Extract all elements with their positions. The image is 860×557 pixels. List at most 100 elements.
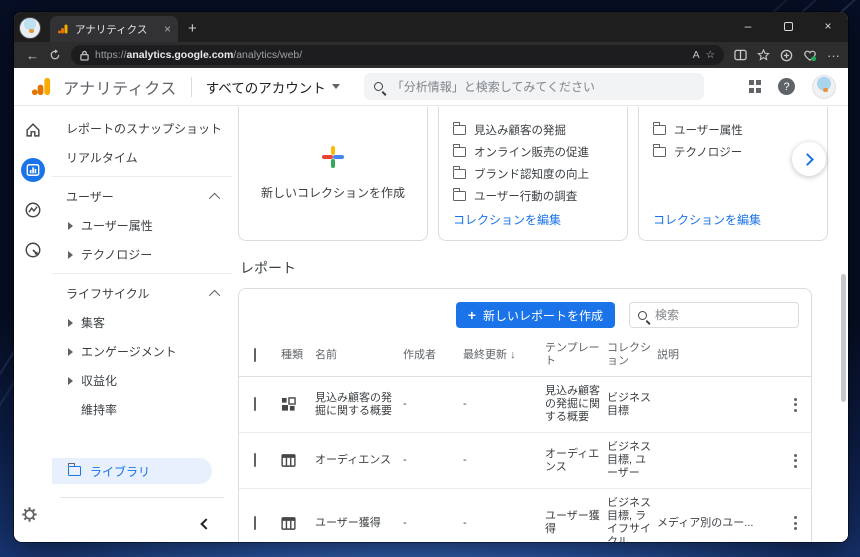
collection-card: ユーザー属性 テクノロジー コレクションを編集 <box>638 107 828 241</box>
advertising-icon[interactable] <box>21 238 45 262</box>
report-updated: - <box>463 398 467 410</box>
page-scrollbar[interactable] <box>841 274 846 402</box>
nav-section-label: ライフサイクル <box>66 287 150 301</box>
reports-section-title: レポート <box>240 260 296 276</box>
ga-search-bar[interactable] <box>363 73 704 100</box>
nav-item-monetization[interactable]: 収益化 <box>52 366 232 395</box>
row-checkbox[interactable] <box>254 397 256 411</box>
edit-collection-link[interactable]: コレクションを編集 <box>653 211 761 228</box>
browser-toolbar: ← https://analytics.google.com/analytics… <box>14 42 848 68</box>
new-tab-button[interactable]: + <box>188 20 197 37</box>
collection-folder-item[interactable]: テクノロジー <box>653 141 813 163</box>
edit-collection-link[interactable]: コレクションを編集 <box>453 211 561 228</box>
create-report-button[interactable]: + 新しいレポートを作成 <box>455 302 615 328</box>
main-content: 新しいコレクションを作成 見込み顧客の発掘 オンライン販売の促進 ブランド認知度の向… <box>232 106 848 542</box>
browser-essentials-icon[interactable] <box>803 49 817 62</box>
user-avatar[interactable] <box>812 74 836 99</box>
sort-desc-icon: ↓ <box>510 348 516 361</box>
expand-triangle-icon <box>68 347 73 356</box>
account-selector-label: すべてのアカウント <box>205 80 326 96</box>
settings-gear-icon[interactable] <box>21 506 38 528</box>
apps-grid-icon[interactable] <box>748 80 761 93</box>
row-menu-icon[interactable] <box>785 516 805 530</box>
minimize-button[interactable]: – <box>728 12 768 40</box>
table-row[interactable]: 見込み顧客の発掘に関する概要 - - 見込み顧客の発掘に関する概要 ビジネス目標 <box>239 377 811 433</box>
report-template: オーディエンス <box>545 447 600 473</box>
collection-folder-list: 見込み顧客の発掘 オンライン販売の促進 ブランド認知度の向上 ユーザー行動の調査 <box>439 107 627 207</box>
account-selector[interactable]: すべてのアカウント <box>206 77 340 97</box>
split-screen-icon[interactable] <box>734 49 747 61</box>
ga-search-input[interactable] <box>391 79 694 94</box>
tab-title: アナリティクス <box>75 23 148 36</box>
row-menu-icon[interactable] <box>785 397 805 412</box>
row-menu-icon[interactable] <box>785 453 805 468</box>
report-collections: ビジネス目標, ライフサイクル <box>607 497 651 542</box>
reports-icon[interactable] <box>21 158 45 182</box>
report-name[interactable]: 見込み顧客の発掘に関する概要 <box>315 392 403 418</box>
collections-icon[interactable] <box>757 49 770 61</box>
nav-section-user[interactable]: ユーザー <box>52 181 232 211</box>
nav-item-user-attributes[interactable]: ユーザー属性 <box>52 211 232 240</box>
column-header-creator[interactable]: 作成者 <box>403 349 463 362</box>
nav-divider <box>52 176 232 177</box>
maximize-button[interactable] <box>768 12 808 40</box>
expand-triangle-icon <box>68 318 73 327</box>
favorite-star-icon[interactable]: ☆ <box>706 49 715 61</box>
nav-item-engagement[interactable]: エンゲージメント <box>52 337 232 366</box>
extensions-icon[interactable] <box>780 49 793 62</box>
close-button[interactable]: × <box>808 12 848 40</box>
explore-icon[interactable] <box>21 198 45 222</box>
collection-folder-item[interactable]: 見込み顧客の発掘 <box>453 119 613 141</box>
nav-item-snapshot[interactable]: レポートのスナップショット <box>52 114 232 143</box>
report-name[interactable]: オーディエンス <box>315 454 403 467</box>
report-collections: ビジネス目標, ユーザー <box>607 441 651 479</box>
tab-close-icon[interactable]: × <box>164 23 171 35</box>
table-search-input[interactable] <box>655 308 790 322</box>
collection-folder-item[interactable]: オンライン販売の促進 <box>453 141 613 163</box>
expand-triangle-icon <box>68 250 73 259</box>
report-type-icon <box>281 453 315 468</box>
column-header-name[interactable]: 名前 <box>315 349 403 362</box>
library-button[interactable]: ライブラリ <box>52 458 212 484</box>
row-checkbox[interactable] <box>254 515 256 530</box>
reports-table-card: + 新しいレポートを作成 種類 名前 作成者 最終更新 ↓ テンプレート コレ <box>238 288 812 542</box>
carousel-next-button[interactable] <box>792 142 826 176</box>
report-template: ユーザー獲得 <box>545 510 600 535</box>
browser-profile-avatar[interactable] <box>19 17 41 39</box>
home-icon[interactable] <box>21 118 45 142</box>
browser-tab[interactable]: アナリティクス × <box>50 16 178 42</box>
table-search-box[interactable] <box>629 302 799 328</box>
more-menu-icon[interactable]: ··· <box>827 49 840 62</box>
column-header-description[interactable]: 説明 <box>657 349 777 362</box>
chevron-right-icon <box>801 152 814 166</box>
column-header-type[interactable]: 種類 <box>281 349 315 362</box>
nav-section-label: ユーザー <box>66 190 114 204</box>
refresh-icon[interactable] <box>49 49 61 61</box>
new-collection-label: 新しいコレクションを作成 <box>260 186 405 200</box>
help-icon[interactable]: ? <box>778 78 795 95</box>
column-header-updated[interactable]: 最終更新 ↓ <box>463 349 545 362</box>
report-name[interactable]: ユーザー獲得 <box>315 517 403 530</box>
new-collection-card[interactable]: 新しいコレクションを作成 <box>238 107 428 241</box>
report-type-icon <box>281 516 315 531</box>
collapse-nav-icon[interactable] <box>200 518 212 530</box>
report-updated: - <box>463 516 467 529</box>
row-checkbox[interactable] <box>254 453 256 467</box>
collection-folder-item[interactable]: ユーザー行動の調査 <box>453 185 613 207</box>
nav-item-realtime[interactable]: リアルタイム <box>52 143 232 172</box>
read-aloud-icon[interactable]: A <box>693 49 700 61</box>
column-header-collections[interactable]: コレクション <box>607 342 657 368</box>
table-row[interactable]: オーディエンス - - オーディエンス ビジネス目標, ユーザー <box>239 433 811 489</box>
select-all-checkbox[interactable] <box>254 347 256 362</box>
table-row[interactable]: ユーザー獲得 - - ユーザー獲得 ビジネス目標, ライフサイクル メディア別の… <box>239 489 811 542</box>
back-icon[interactable]: ← <box>26 49 39 62</box>
collection-folder-item[interactable]: ユーザー属性 <box>653 119 813 141</box>
folder-icon <box>453 144 466 157</box>
nav-section-lifecycle[interactable]: ライフサイクル <box>52 278 232 308</box>
nav-item-technology[interactable]: テクノロジー <box>52 240 232 269</box>
collection-folder-item[interactable]: ブランド認知度の向上 <box>453 163 613 185</box>
nav-item-retention[interactable]: 維持率 <box>52 395 232 424</box>
address-bar[interactable]: https://analytics.google.com/analytics/w… <box>71 45 724 65</box>
nav-item-acquisition[interactable]: 集客 <box>52 308 232 337</box>
column-header-template[interactable]: テンプレート <box>545 342 607 368</box>
